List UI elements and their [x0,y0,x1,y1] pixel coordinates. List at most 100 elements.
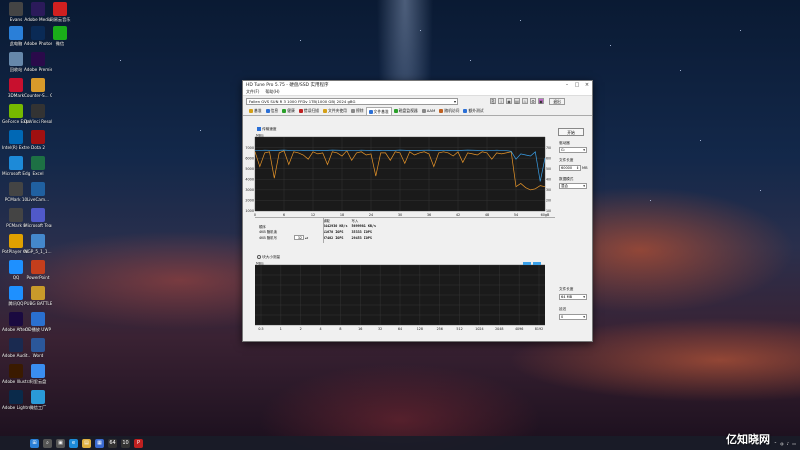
tab-8[interactable]: AAM [420,107,438,115]
app-icon [9,78,23,92]
temperature-icon[interactable]: ♨ [522,98,528,104]
tab-0[interactable]: 基准 [247,107,264,115]
star [760,190,761,191]
close-button[interactable]: × [582,82,592,88]
row-label: 4KB 随机写 [259,236,277,241]
search-icon[interactable]: ⌕ [43,438,52,448]
app-icon [31,260,45,274]
save-icon[interactable]: ▤ [514,98,520,104]
tab-4[interactable]: 文件夹使用 [321,107,349,115]
desktop-icon[interactable]: Word [24,338,52,358]
block-size-radio[interactable] [257,255,261,259]
menu-bar: 文件(F) 帮助(H) [243,89,592,96]
exit-button[interactable]: 退出 [549,97,565,105]
file-length-input[interactable]: 60000 ⇕ [559,165,581,171]
desktop-icon[interactable]: 网易云音乐 [46,2,74,22]
stepper-icon: ⇕ [576,166,579,170]
data-pattern-value: 混合 [561,184,568,188]
tab-label: 磁盘监视器 [398,108,418,113]
maximize-button[interactable]: □ [572,82,582,88]
desktop-icon[interactable]: PowerPoint [24,260,52,280]
tab-icon [439,109,444,113]
desktop-icon[interactable]: 微信工厂 [24,390,52,410]
desktop-icon[interactable]: 阿里云盘 [24,364,52,384]
network-icon[interactable]: ◍ [780,441,784,446]
tab-icon [298,109,303,113]
x-tick-label: 1024 [475,327,483,331]
right-tick-label: 300 [546,188,551,192]
app-icon[interactable]: 64 [108,438,117,448]
delay-select[interactable]: 0 ▾ [559,314,587,320]
app2-icon[interactable]: 10 [121,438,130,448]
battery-icon[interactable]: ▭ [792,441,796,446]
data-pattern-select[interactable]: 混合 ▾ [559,183,587,189]
screenshot-icon[interactable]: ▣ [538,98,544,104]
desktop-icon[interactable]: Excel [24,156,52,176]
start-icon[interactable]: ⊞ [30,438,39,448]
desktop-icon[interactable]: PUBG BATTLEGR... [24,286,52,306]
edge-icon[interactable]: e [69,438,78,448]
explorer-icon[interactable]: ▤ [82,438,91,448]
transfer-speed-option[interactable]: 传输速度 [257,127,277,132]
menu-file[interactable]: 文件(F) [246,89,259,95]
app-icon [9,2,23,16]
desktop-icon[interactable]: Microsoft Teams [24,208,52,228]
tab-7[interactable]: 磁盘监视器 [392,107,420,115]
queue-depth-stepper[interactable]: ▴▾ [305,236,308,240]
desktop-icon[interactable]: Adobe Premie... [24,52,52,72]
desktop-icon-label: Microsoft Teams [24,223,52,228]
star [740,30,741,31]
tab-icon [282,109,287,113]
desktop-icon-label: DaVinci Resolve [24,119,52,124]
y-tick-label: 6000 [245,156,254,160]
y-tick-label: 7000 [245,146,254,150]
chevron-up-icon[interactable]: ⌃ [774,441,777,446]
tab-icon [322,109,327,113]
transfer-speed-chart: 7000 6000 5000 4000 3000 2000 1000 MB/s 700 600 50… [245,134,551,218]
app-icon [31,2,45,16]
app-icon [31,364,45,378]
desktop-icon[interactable]: NGP_5_1_1... [24,234,52,254]
tab-label: 擦除 [355,108,364,113]
title-bar[interactable]: HD Tune Pro 5.75 - 硬盘/SSD 实用程序 – □ × [243,81,592,89]
drive-select[interactable]: G: ▾ [559,147,587,153]
file-size-select[interactable]: 64 MB ▾ [559,294,587,300]
legend-swatch-read [523,262,531,265]
chevron-down-icon: ▾ [583,184,585,188]
volume-icon[interactable]: ♪ [787,441,790,446]
minimize-button[interactable]: – [562,82,572,88]
desktop-icon[interactable]: Counter-S... Global Off... [24,78,52,98]
taskview-icon[interactable]: ▣ [56,438,65,448]
desktop-icon[interactable]: OO播放 UWP [24,312,52,332]
tab-9[interactable]: 随机访问 [437,107,461,115]
block-size-option[interactable]: 块大小测量 [257,255,280,260]
x-tick-label: 2048 [495,327,503,331]
desktop-icon[interactable]: Dota 2 [24,130,52,150]
menu-help[interactable]: 帮助(H) [265,89,279,95]
options-icon[interactable]: ⚙ [530,98,536,104]
info-icon[interactable]: i [498,98,504,104]
delay-value: 0 [561,315,564,319]
desktop-icon-label: NGP_5_1_1... [24,249,52,254]
camera-icon[interactable]: ◉ [506,98,512,104]
queue-depth-input[interactable]: 32 [294,235,305,241]
tab-bar: 基准 信息 健康 错误扫描 文件夹使用 擦除 文件基准 磁盘监视器 AAM 随机访问 额外测试 [243,106,592,116]
transfer-speed-checkbox[interactable] [257,127,261,131]
app3-icon[interactable]: P [134,438,143,448]
tab-3[interactable]: 错误扫描 [297,107,321,115]
star [120,60,121,61]
desktop-icon[interactable]: LiveCam... [24,182,52,202]
copy-icon[interactable]: ⎘ [490,98,496,104]
app-icon [31,156,45,170]
tab-1[interactable]: 信息 [264,107,281,115]
tab-10[interactable]: 额外测试 [461,107,485,115]
tab-5[interactable]: 擦除 [349,107,366,115]
desktop-icon[interactable]: DaVinci Resolve [24,104,52,124]
start-button[interactable]: 开始 [558,128,584,136]
file-size-value: 64 MB [561,295,572,299]
tab-2[interactable]: 健康 [280,107,297,115]
store-icon[interactable]: ▦ [95,438,104,448]
desktop-icon[interactable]: 微信 [46,26,74,46]
tab-6[interactable]: 文件基准 [365,107,392,115]
device-select[interactable]: Fallen GVS SUN R 3 1000 FFDv 1TB(1000 GB… [246,97,458,105]
